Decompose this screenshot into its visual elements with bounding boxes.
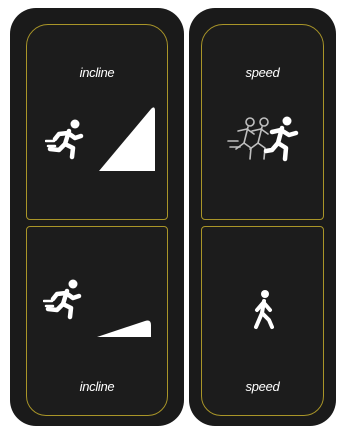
- incline-panel: incline incline: [10, 8, 184, 426]
- runner-icon: [45, 117, 91, 163]
- incline-up-label: incline: [79, 65, 115, 80]
- speed-down-label: speed: [245, 379, 280, 394]
- incline-up-button[interactable]: incline: [26, 24, 168, 220]
- speed-up-button[interactable]: speed: [201, 24, 324, 220]
- steep-incline-icon: [97, 105, 157, 175]
- speed-up-label: speed: [245, 65, 280, 80]
- incline-down-button[interactable]: incline: [26, 226, 168, 416]
- speed-down-button[interactable]: speed: [201, 226, 324, 416]
- speed-panel: speed speed: [189, 8, 336, 426]
- incline-down-label: incline: [79, 379, 115, 394]
- walker-icon: [248, 289, 280, 331]
- fast-runners-icon: [226, 115, 306, 167]
- runner-icon: [43, 277, 89, 323]
- shallow-incline-icon: [95, 315, 155, 341]
